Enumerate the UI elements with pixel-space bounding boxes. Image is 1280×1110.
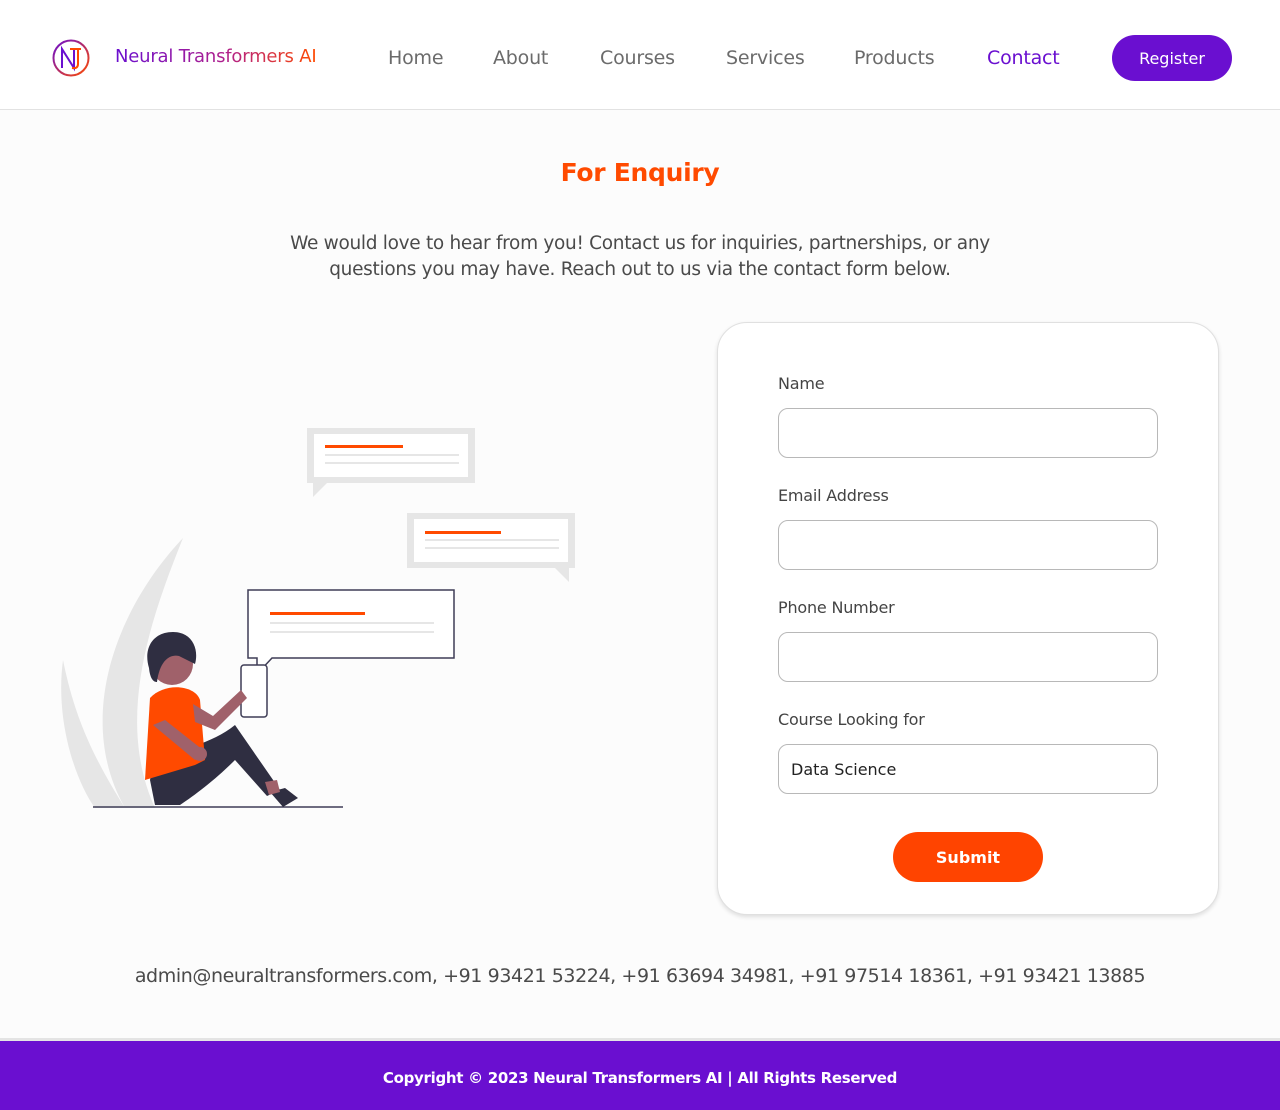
course-label: Course Looking for: [778, 710, 925, 729]
brand-name[interactable]: Neural Transformers AI: [115, 46, 317, 67]
phone-input[interactable]: [778, 632, 1158, 682]
logo-icon[interactable]: [52, 39, 90, 77]
site-header: Neural Transformers AI Home About Course…: [0, 0, 1280, 110]
submit-button[interactable]: Submit: [893, 832, 1043, 882]
nav-about[interactable]: About: [493, 47, 548, 69]
contact-details: admin@neuraltransformers.com, +91 93421 …: [134, 965, 1146, 987]
site-footer: Copyright © 2023 Neural Transformers AI …: [0, 1041, 1280, 1110]
nav-products[interactable]: Products: [854, 47, 935, 69]
nav-contact[interactable]: Contact: [987, 47, 1060, 69]
phone-label: Phone Number: [778, 598, 895, 617]
email-label: Email Address: [778, 486, 889, 505]
person-chatting-illustration: [61, 428, 575, 808]
course-select[interactable]: Data Science: [778, 744, 1158, 794]
enquiry-title: For Enquiry: [560, 158, 720, 187]
nav-services[interactable]: Services: [726, 47, 805, 69]
enquiry-form: Name Email Address Phone Number Course L…: [717, 322, 1219, 915]
email-input[interactable]: [778, 520, 1158, 570]
name-label: Name: [778, 374, 825, 393]
nav-courses[interactable]: Courses: [600, 47, 675, 69]
copyright-text: Copyright © 2023 Neural Transformers AI …: [382, 1069, 898, 1087]
nav-home[interactable]: Home: [388, 47, 444, 69]
name-input[interactable]: [778, 408, 1158, 458]
course-selected-value: Data Science: [791, 759, 897, 779]
register-button[interactable]: Register: [1112, 35, 1232, 81]
enquiry-description: We would love to hear from you! Contact …: [290, 233, 990, 280]
